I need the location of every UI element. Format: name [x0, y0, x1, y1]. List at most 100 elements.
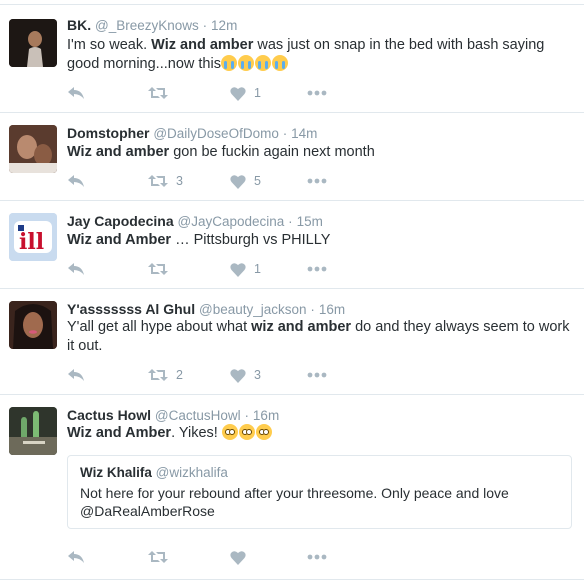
tweet-text: Wiz and Amber … Pittsburgh vs PHILLY	[67, 231, 579, 250]
display-name[interactable]: Jay Capodecina	[67, 213, 174, 229]
avatar[interactable]	[9, 301, 57, 349]
user-handle[interactable]: @CactusHowl	[155, 408, 241, 423]
heart-icon	[230, 262, 246, 277]
timestamp[interactable]: 16m	[319, 302, 345, 317]
avatar[interactable]: ill	[9, 213, 57, 261]
reply-button[interactable]	[67, 259, 85, 279]
more-button[interactable]	[307, 259, 327, 279]
quoted-display-name: Wiz Khalifa	[80, 465, 152, 480]
heart-icon	[230, 174, 246, 189]
like-count: 1	[254, 86, 261, 100]
heart-icon	[230, 368, 246, 383]
display-name[interactable]: BK.	[67, 17, 91, 33]
reply-button[interactable]	[67, 365, 85, 385]
retweet-count: 3	[176, 174, 183, 188]
text-segment: Y'all get all hype about what	[67, 319, 252, 335]
like-count: 5	[254, 174, 261, 188]
reply-button[interactable]	[67, 171, 85, 191]
reply-icon	[68, 551, 84, 563]
tweet-header: Jay Capodecina @JayCapodecina · 15m	[67, 212, 323, 231]
search-highlight: Wiz and amber	[67, 144, 170, 160]
quoted-tweet-text: Not here for your rebound after your thr…	[80, 485, 509, 519]
like-button[interactable]: 5	[230, 171, 261, 191]
more-icon	[307, 178, 327, 184]
tweet-actions	[67, 547, 367, 567]
search-highlight: Wiz and Amber	[67, 232, 172, 248]
reply-icon	[68, 263, 84, 275]
tweet-item[interactable]: Domstopher @DailyDoseOfDomo · 14m Wiz an…	[0, 113, 584, 201]
user-handle[interactable]: @JayCapodecina	[178, 214, 285, 229]
retweet-button[interactable]	[148, 259, 176, 279]
text-segment: … Pittsburgh vs PHILLY	[171, 232, 331, 248]
crying-face-emoji	[271, 55, 288, 71]
like-button[interactable]: 1	[230, 83, 261, 103]
separator: ·	[282, 126, 288, 141]
user-handle[interactable]: @DailyDoseOfDomo	[153, 126, 279, 141]
tweet-header: Cactus Howl @CactusHowl · 16m	[67, 406, 279, 425]
like-button[interactable]: 1	[230, 259, 261, 279]
avatar-image	[9, 407, 57, 455]
tweet-item[interactable]: ill Jay Capodecina @JayCapodecina · 15m …	[0, 201, 584, 289]
separator: ·	[244, 408, 250, 423]
like-count: 1	[254, 262, 261, 276]
timestamp[interactable]: 16m	[253, 408, 279, 423]
avatar[interactable]	[9, 125, 57, 173]
like-button[interactable]: 3	[230, 365, 261, 385]
like-count: 3	[254, 368, 261, 382]
timestamp[interactable]: 14m	[291, 126, 317, 141]
tweet-header: BK. @_BreezyKnows · 12m	[67, 16, 237, 35]
avatar[interactable]	[9, 19, 57, 67]
separator: ·	[202, 18, 208, 33]
quoted-tweet-header: Wiz Khalifa @wizkhalifa	[80, 465, 228, 480]
retweet-count: 2	[176, 368, 183, 382]
more-button[interactable]	[307, 365, 327, 385]
retweet-icon	[148, 263, 168, 275]
retweet-icon	[148, 369, 168, 381]
retweet-button[interactable]	[148, 83, 176, 103]
crying-face-emoji	[237, 55, 254, 71]
more-icon	[307, 372, 327, 378]
display-name[interactable]: Domstopher	[67, 125, 149, 141]
more-button[interactable]	[307, 83, 327, 103]
display-name[interactable]: Y'asssssss Al Ghul	[67, 301, 195, 317]
retweet-button[interactable]: 3	[148, 171, 183, 191]
retweet-icon	[148, 175, 168, 187]
text-segment: I'm so weak.	[67, 37, 152, 53]
crying-face-emoji	[254, 55, 271, 71]
retweet-button[interactable]: 2	[148, 365, 183, 385]
separator: ·	[310, 302, 315, 317]
flushed-face-emoji	[238, 424, 255, 440]
retweet-icon	[148, 551, 168, 563]
reply-button[interactable]	[67, 547, 85, 567]
tweet-item[interactable]: BK. @_BreezyKnows · 12m I'm so weak. Wiz…	[0, 5, 584, 113]
text-segment: . Yikes!	[171, 425, 222, 441]
more-button[interactable]	[307, 547, 327, 567]
tweet-actions: 2 3	[67, 365, 367, 385]
display-name[interactable]: Cactus Howl	[67, 407, 151, 423]
search-highlight: wiz and amber	[251, 319, 352, 335]
tweet-item[interactable]: Y'asssssss Al Ghul @beauty_jackson · 16m…	[0, 289, 584, 395]
avatar-image	[9, 19, 57, 67]
tweet-item[interactable]: Cactus Howl @CactusHowl · 16m Wiz and Am…	[0, 395, 584, 580]
text-segment: gon be fuckin again next month	[169, 144, 375, 160]
more-icon	[307, 554, 327, 560]
reply-icon	[68, 175, 84, 187]
user-handle[interactable]: @_BreezyKnows	[95, 18, 199, 33]
flushed-face-emoji	[221, 424, 238, 440]
reply-button[interactable]	[67, 83, 85, 103]
timestamp[interactable]: 15m	[297, 214, 323, 229]
retweet-button[interactable]	[148, 547, 176, 567]
timestamp[interactable]: 12m	[211, 18, 237, 33]
tweet-actions: 1	[67, 259, 367, 279]
tweet-actions: 1	[67, 83, 367, 103]
like-button[interactable]	[230, 547, 254, 567]
avatar[interactable]	[9, 407, 57, 455]
user-handle[interactable]: @beauty_jackson	[199, 302, 307, 317]
search-highlight: Wiz and Amber	[67, 425, 172, 441]
more-button[interactable]	[307, 171, 327, 191]
heart-icon	[230, 550, 246, 565]
more-icon	[307, 90, 327, 96]
avatar-image	[9, 301, 57, 349]
quoted-tweet[interactable]: Wiz Khalifa @wizkhalifa Not here for you…	[67, 455, 572, 529]
tweet-text: Y'all get all hype about what wiz and am…	[67, 318, 579, 356]
